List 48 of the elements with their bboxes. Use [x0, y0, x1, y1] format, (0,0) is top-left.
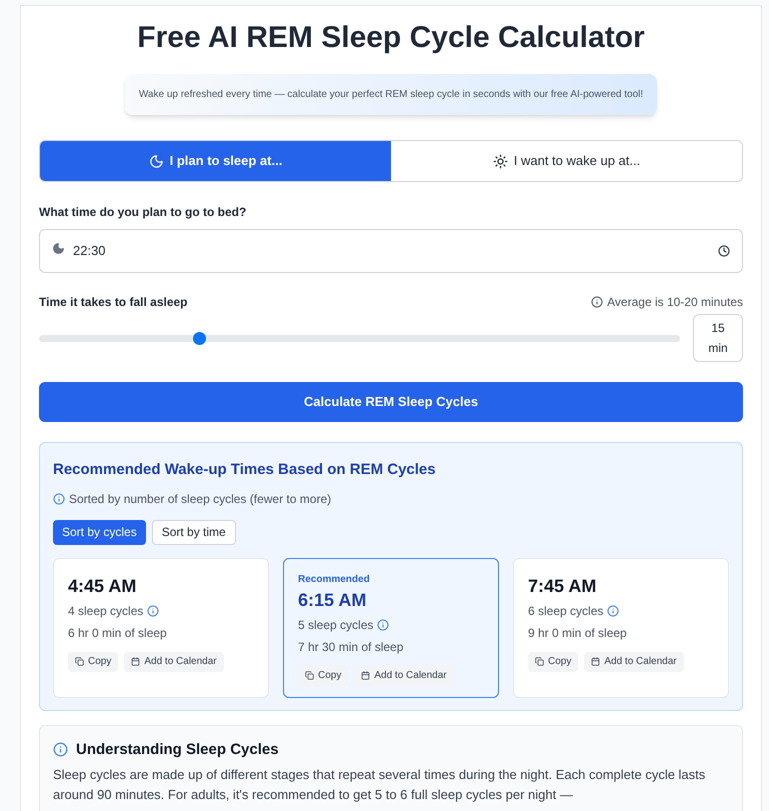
sleep-duration: 9 hr 0 min of sleep [528, 624, 628, 642]
calendar-button[interactable]: Add to Calendar [354, 666, 454, 686]
tagline-banner: Wake up refreshed every time — calculate your perfect REM sleep cycle in seconds with our free AI-powered tool! [124, 74, 658, 115]
minutes-field[interactable]: 15 min [693, 314, 743, 362]
calendar-button[interactable]: Add to Calendar [584, 652, 684, 672]
bedtime-field[interactable]: 22:30 [39, 229, 743, 273]
wake-time: 4:45 AM [68, 574, 138, 598]
calculate-button[interactable]: Calculate REM Sleep Cycles [39, 382, 743, 422]
mode-tab[interactable]: I plan to sleep at... [40, 141, 391, 181]
info-icon [53, 492, 65, 504]
sort-button[interactable]: Sort by time [152, 520, 236, 544]
cycle-count: 6 sleep cycles [528, 602, 604, 620]
sort-note: Sorted by number of sleep cycles (fewer to more) [69, 490, 332, 508]
field-label: What time do you plan to go to bed? [39, 204, 248, 221]
page-title: Free AI REM Sleep Cycle Calculator [136, 20, 646, 56]
info-paragraph: Sleep cycles are made up of different stages that repeat several times during the night. Each complete cycle lasts around 90 minutes. For adults, it's recommended to get 5 to 6 full sleep cycles per night — [53, 766, 706, 804]
info-icon [53, 742, 68, 758]
sort-button[interactable]: Sort by cycles [53, 520, 146, 544]
hint-text: Average is 10-20 minutes [607, 294, 743, 311]
moon-icon [148, 154, 164, 168]
recommended-label: Recommended [298, 572, 371, 586]
copy-button[interactable]: Copy [298, 666, 348, 686]
info-icon [591, 296, 604, 308]
calendar-icon [361, 671, 370, 680]
cycle-count: 5 sleep cycles [298, 616, 374, 634]
info-icon [377, 618, 390, 630]
slider-thumb[interactable] [193, 332, 206, 344]
field-label: Time it takes to fall asleep [39, 294, 188, 311]
calendar-icon [591, 657, 600, 666]
results-title: Recommended Wake-up Times Based on REM Cycles [53, 460, 437, 480]
info-icon [607, 604, 620, 616]
sleep-duration: 6 hr 0 min of sleep [68, 624, 168, 642]
info-title: Understanding Sleep Cycles [76, 740, 279, 760]
copy-icon [535, 657, 544, 666]
copy-button[interactable]: Copy [68, 652, 118, 672]
cycle-count: 4 sleep cycles [68, 602, 144, 620]
moon-icon [52, 242, 65, 254]
copy-icon [75, 657, 84, 666]
sun-icon [492, 154, 508, 168]
clock-icon [718, 245, 730, 257]
calendar-icon [131, 657, 140, 666]
info-icon [147, 604, 160, 616]
copy-icon [305, 671, 314, 680]
wake-time: 6:15 AM [298, 588, 368, 612]
copy-button[interactable]: Copy [528, 652, 578, 672]
wake-time: 7:45 AM [528, 574, 598, 598]
calendar-button[interactable]: Add to Calendar [124, 652, 224, 672]
sleep-duration: 7 hr 30 min of sleep [298, 638, 404, 656]
